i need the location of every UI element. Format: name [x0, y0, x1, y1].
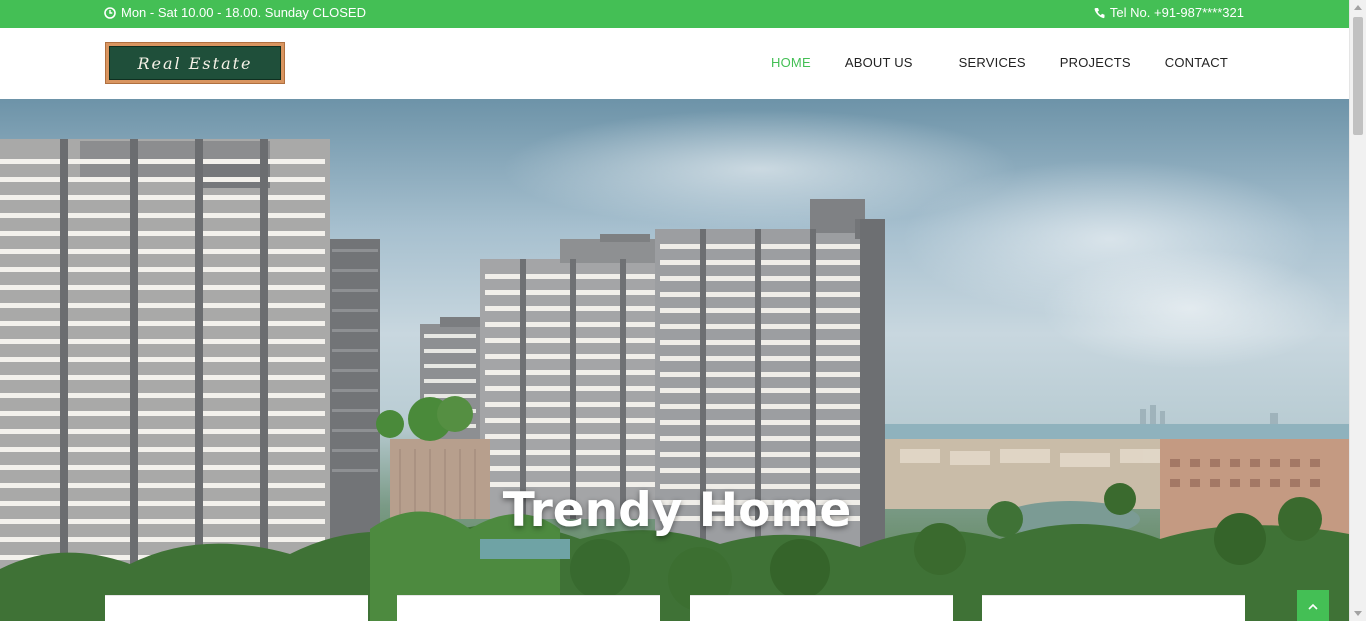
feature-icon-1 — [229, 616, 245, 621]
phone-icon — [1094, 7, 1105, 19]
scrollbar-thumb[interactable] — [1353, 17, 1363, 135]
feature-card-1[interactable] — [105, 595, 368, 621]
hero-title: Trendy Home — [502, 483, 852, 538]
business-hours: Mon - Sat 10.00 - 18.00. Sunday CLOSED — [104, 5, 366, 20]
clock-icon — [104, 6, 116, 19]
page-scrollbar[interactable] — [1349, 0, 1366, 621]
phone-text: Tel No. +91-987****321 — [1109, 5, 1244, 20]
nav-item-about-us[interactable]: ABOUT US — [845, 55, 913, 70]
nav-item-contact[interactable]: CONTACT — [1165, 55, 1228, 70]
hero-banner: Trendy Home — [0, 99, 1349, 621]
site-logo[interactable]: Real Estate — [105, 42, 285, 84]
feature-icon-2 — [521, 616, 537, 621]
contact-phone[interactable]: Tel No. +91-987****321 — [1094, 5, 1244, 20]
feature-icon-4 — [1106, 616, 1122, 621]
logo-board: Real Estate — [109, 46, 281, 80]
scroll-up-arrow-icon[interactable] — [1354, 5, 1362, 10]
top-info-bar: Mon - Sat 10.00 - 18.00. Sunday CLOSED T… — [0, 0, 1349, 28]
business-hours-text: Mon - Sat 10.00 - 18.00. Sunday CLOSED — [121, 5, 366, 20]
back-to-top-button[interactable] — [1297, 590, 1329, 621]
chevron-up-icon — [1308, 597, 1318, 615]
feature-icon-3 — [811, 616, 833, 621]
hero-image — [0, 139, 1349, 621]
nav-item-services[interactable]: SERVICES — [959, 55, 1026, 70]
feature-card-2[interactable] — [397, 595, 660, 621]
nav-item-home[interactable]: HOME — [771, 55, 811, 70]
page: Mon - Sat 10.00 - 18.00. Sunday CLOSED T… — [0, 0, 1366, 621]
feature-card-3[interactable] — [690, 595, 953, 621]
feature-card-4[interactable] — [982, 595, 1245, 621]
scroll-down-arrow-icon[interactable] — [1354, 611, 1362, 616]
nav-item-projects[interactable]: PROJECTS — [1060, 55, 1131, 70]
logo-text: Real Estate — [137, 53, 253, 73]
main-nav: HOME ABOUT US SERVICES PROJECTS CONTACT — [771, 55, 1228, 70]
site-header: Real Estate HOME ABOUT US SERVICES PROJE… — [0, 28, 1349, 99]
